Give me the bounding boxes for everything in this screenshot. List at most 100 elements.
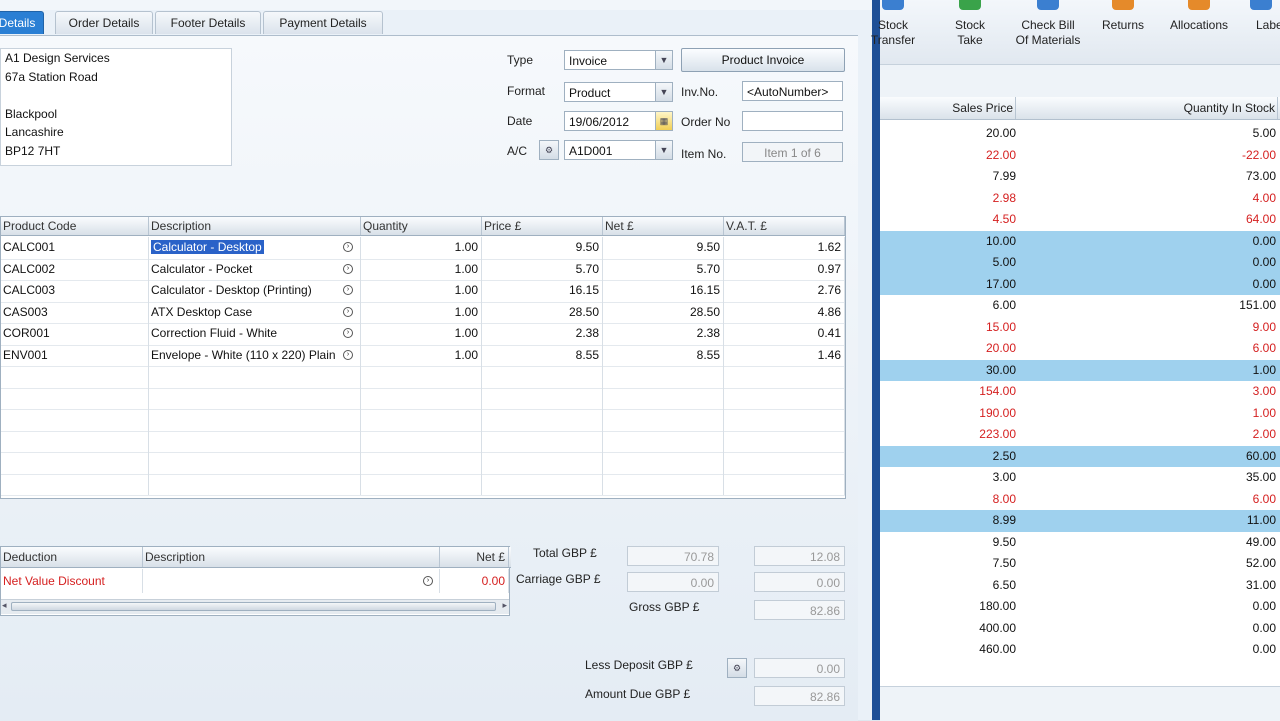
horizontal-scrollbar[interactable]: ◂ ▸ — [1, 599, 509, 614]
ribbon-stock-take[interactable]: Stock Take — [938, 0, 1002, 48]
column-header-sales-price[interactable]: Sales Price — [880, 97, 1016, 119]
column-header-deduction-description[interactable]: Description — [143, 547, 440, 567]
stock-row[interactable]: 190.00 1.00 — [880, 403, 1280, 425]
column-header-vat[interactable]: V.A.T. £ — [724, 217, 845, 235]
ribbon-check-bom[interactable]: Check Bill Of Materials — [1008, 0, 1088, 48]
cell-price[interactable] — [482, 409, 603, 431]
deduction-row[interactable]: Net Value Discount › 0.00 — [1, 569, 509, 593]
column-header-deduction[interactable]: Deduction — [1, 547, 143, 567]
cell-code[interactable]: CAS003 — [1, 301, 149, 323]
column-header-product-code[interactable]: Product Code — [1, 217, 149, 235]
cell-vat[interactable]: 4.86 — [724, 301, 845, 323]
cell-net[interactable] — [603, 409, 724, 431]
lookup-circle-icon[interactable]: › — [343, 285, 353, 295]
deduction-description[interactable] — [143, 569, 440, 593]
tab-footer-details[interactable]: Footer Details — [155, 11, 261, 34]
cell-code[interactable]: ENV001 — [1, 344, 149, 366]
deposit-value[interactable]: 0.00 — [754, 658, 845, 678]
stock-row[interactable]: 154.00 3.00 — [880, 381, 1280, 403]
stock-row[interactable]: 8.00 6.00 — [880, 489, 1280, 511]
cell-price[interactable]: 28.50 — [482, 301, 603, 323]
stock-row[interactable]: 400.00 0.00 — [880, 618, 1280, 640]
ribbon-allocations[interactable]: Allocations — [1164, 0, 1234, 33]
table-row[interactable]: CAS003 ATX Desktop Case 1.00 28.50 28.50 4.86… — [1, 301, 845, 324]
stock-row[interactable]: 7.50 52.00 — [880, 553, 1280, 575]
cell-vat[interactable] — [724, 473, 845, 495]
stock-row[interactable]: 20.00 5.00 — [880, 123, 1280, 145]
stock-row[interactable]: 2.50 60.00 — [880, 445, 1280, 467]
cell-net[interactable]: 8.55 — [603, 344, 724, 366]
cell-code[interactable]: COR001 — [1, 323, 149, 345]
lookup-circle-icon[interactable]: › — [343, 306, 353, 317]
cell-desc[interactable] — [149, 387, 361, 409]
cell-desc[interactable] — [149, 473, 361, 495]
cell-price[interactable] — [482, 387, 603, 409]
order-number-field[interactable] — [742, 111, 843, 131]
cell-price[interactable] — [482, 430, 603, 452]
table-row[interactable] — [1, 409, 845, 432]
stock-row[interactable]: 3.00 35.00 — [880, 467, 1280, 489]
cell-desc[interactable] — [149, 409, 361, 431]
carriage-vat-value[interactable]: 0.00 — [754, 572, 845, 592]
stock-row[interactable]: 180.00 0.00 — [880, 596, 1280, 618]
cell-desc[interactable]: Envelope - White (110 x 220) Plain — [149, 344, 361, 366]
cell-vat[interactable]: 2.76 — [724, 280, 845, 302]
cell-vat[interactable]: 0.41 — [724, 323, 845, 345]
cell-code[interactable]: CALC002 — [1, 258, 149, 280]
stock-row[interactable]: 20.00 6.00 — [880, 338, 1280, 360]
table-row[interactable] — [1, 430, 845, 453]
table-row[interactable]: COR001 Correction Fluid - White 1.00 2.38 2.… — [1, 323, 845, 346]
cell-price[interactable] — [482, 452, 603, 474]
deduction-grid[interactable]: Deduction Description Net £ Net Value Di… — [0, 546, 511, 616]
scroll-left-icon[interactable]: ◂ — [2, 600, 7, 611]
cell-vat[interactable]: 1.46 — [724, 344, 845, 366]
cell-code[interactable] — [1, 430, 149, 452]
deposit-button[interactable]: ⚙ — [727, 658, 747, 678]
cell-net[interactable] — [603, 452, 724, 474]
stock-row[interactable]: 17.00 0.00 — [880, 273, 1280, 295]
cell-net[interactable]: 5.70 — [603, 258, 724, 280]
stock-row[interactable]: 7.99 73.00 — [880, 166, 1280, 188]
cell-code[interactable]: CALC003 — [1, 280, 149, 302]
cell-price[interactable]: 9.50 — [482, 237, 603, 259]
cell-net[interactable] — [603, 366, 724, 388]
cell-qty[interactable]: 1.00 — [361, 344, 482, 366]
table-row[interactable] — [1, 387, 845, 410]
stock-row[interactable]: 22.00 -22.00 — [880, 145, 1280, 167]
cell-price[interactable]: 5.70 — [482, 258, 603, 280]
cell-price[interactable] — [482, 366, 603, 388]
cell-desc[interactable]: ATX Desktop Case — [149, 301, 361, 323]
ribbon-returns[interactable]: Returns — [1094, 0, 1152, 33]
cell-qty[interactable] — [361, 430, 482, 452]
lookup-circle-icon[interactable]: › — [343, 349, 353, 360]
cell-net[interactable] — [603, 430, 724, 452]
cell-code[interactable] — [1, 473, 149, 495]
format-select[interactable]: Product — [564, 82, 656, 102]
cell-desc[interactable]: Calculator - Desktop (Printing) — [149, 280, 361, 302]
cell-price[interactable] — [482, 473, 603, 495]
cell-qty[interactable]: 1.00 — [361, 280, 482, 302]
cell-qty[interactable] — [361, 473, 482, 495]
cell-qty[interactable]: 1.00 — [361, 301, 482, 323]
cell-price[interactable]: 16.15 — [482, 280, 603, 302]
cell-net[interactable] — [603, 473, 724, 495]
type-dropdown-button[interactable]: ▼ — [655, 50, 673, 70]
column-header-net[interactable]: Net £ — [603, 217, 724, 235]
cell-net[interactable] — [603, 387, 724, 409]
cell-desc[interactable] — [149, 366, 361, 388]
carriage-net-value[interactable]: 0.00 — [627, 572, 719, 592]
account-field[interactable]: A1D001 — [564, 140, 656, 160]
cell-code[interactable] — [1, 366, 149, 388]
stock-row[interactable]: 5.00 0.00 — [880, 252, 1280, 274]
cell-code[interactable] — [1, 409, 149, 431]
lookup-circle-icon[interactable]: › — [343, 242, 353, 252]
column-header-description[interactable]: Description — [149, 217, 361, 235]
cell-code[interactable] — [1, 387, 149, 409]
table-row[interactable]: CALC003 Calculator - Desktop (Printing) 1.… — [1, 280, 845, 303]
stock-row[interactable]: 10.00 0.00 — [880, 230, 1280, 252]
stock-row[interactable]: 4.50 64.00 — [880, 209, 1280, 231]
cell-desc[interactable]: Correction Fluid - White — [149, 323, 361, 345]
table-row[interactable] — [1, 366, 845, 389]
cell-vat[interactable] — [724, 366, 845, 388]
tab-details[interactable]: Details — [0, 11, 44, 34]
